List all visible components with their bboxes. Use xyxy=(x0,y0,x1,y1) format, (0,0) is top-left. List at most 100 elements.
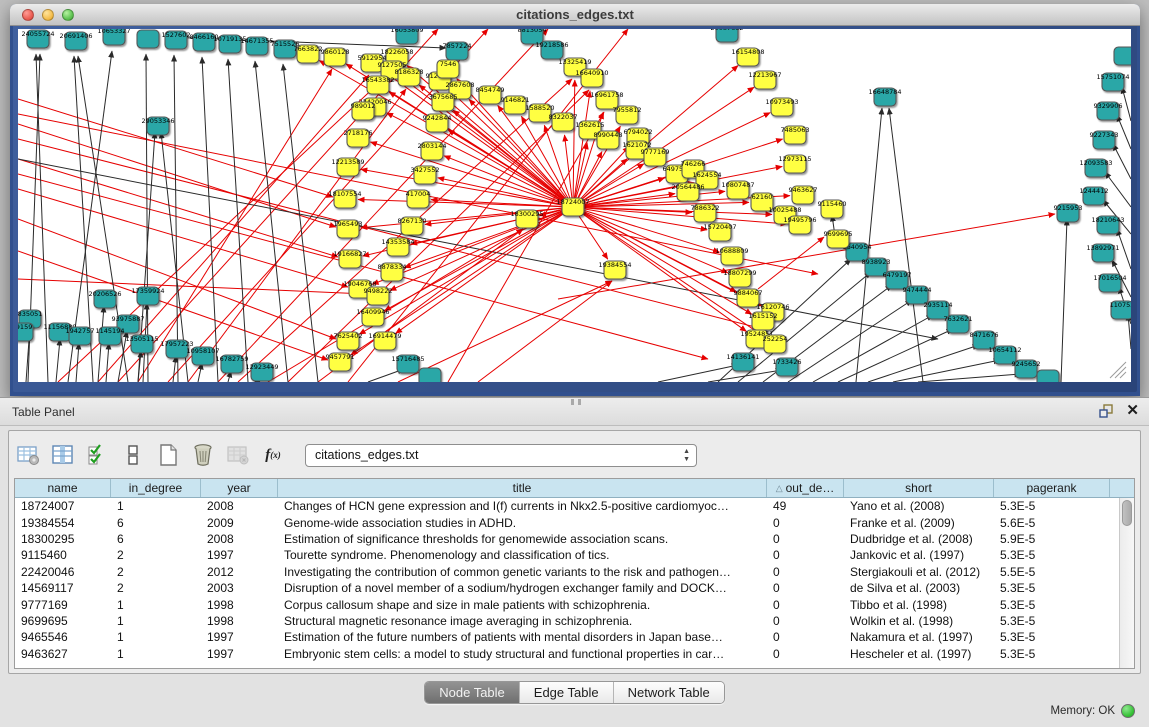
graph-node[interactable]: 18807299 xyxy=(723,269,756,287)
graph-node[interactable]: 417004 xyxy=(406,190,431,208)
table-row[interactable]: 946554611997Estimation of the future num… xyxy=(15,629,1119,645)
graph-node[interactable]: 3427552 xyxy=(411,166,440,184)
table-cell-name[interactable]: 18300295 xyxy=(15,532,111,546)
graph-edge[interactable] xyxy=(255,61,288,382)
graph-node[interactable]: 7955812 xyxy=(613,106,642,124)
table-cell-in_degree[interactable]: 1 xyxy=(111,499,201,513)
graph-node[interactable]: 8990448 xyxy=(594,131,623,149)
graph-edge[interactable] xyxy=(573,80,575,207)
graph-node[interactable]: 17359924 xyxy=(131,287,164,305)
table-cell-out_de[interactable]: 0 xyxy=(767,598,844,612)
graph-node[interactable]: 2803144 xyxy=(418,142,447,160)
table-cell-name[interactable]: 18724007 xyxy=(15,499,111,513)
graph-node[interactable]: 39159 xyxy=(18,323,33,341)
table-cell-name[interactable]: 9115460 xyxy=(15,548,111,562)
graph-node[interactable] xyxy=(1114,47,1131,65)
table-row[interactable]: 977716911998Corpus callosum shape and si… xyxy=(15,596,1119,612)
window-titlebar[interactable]: citations_edges.txt xyxy=(10,4,1140,26)
table-cell-year[interactable]: 2008 xyxy=(201,532,278,546)
table-cell-title[interactable]: Corpus callosum shape and size in male p… xyxy=(278,598,767,612)
graph-node[interactable]: 9329906 xyxy=(1094,102,1123,120)
graph-edge[interactable] xyxy=(18,139,763,329)
memory-status-icon[interactable] xyxy=(1121,704,1135,718)
graph-node[interactable]: 7485063 xyxy=(781,126,810,144)
graph-node[interactable]: 9498222 xyxy=(364,287,393,305)
graph-node[interactable]: 989012 xyxy=(351,102,376,120)
graph-node[interactable]: 16409946 xyxy=(356,308,389,326)
delete-column-icon[interactable] xyxy=(190,442,216,468)
graph-edge[interactable] xyxy=(370,142,573,207)
graph-node[interactable]: 1244412 xyxy=(1080,187,1109,205)
select-all-columns-icon[interactable] xyxy=(85,442,111,468)
table-cell-pagerank[interactable]: 5.3E-5 xyxy=(994,647,1110,661)
table-cell-title[interactable]: Investigating the contribution of common… xyxy=(278,565,767,579)
graph-node[interactable]: 1527602 xyxy=(162,31,191,49)
table-cell-in_degree[interactable]: 2 xyxy=(111,548,201,562)
table-cell-title[interactable]: Changes of HCN gene expression and I(f) … xyxy=(278,499,767,513)
graph-edge[interactable] xyxy=(868,345,979,382)
graph-node[interactable]: 8186328 xyxy=(395,68,424,86)
table-cell-title[interactable]: Disruption of a novel member of a sodium… xyxy=(278,581,767,595)
graph-node[interactable]: 24055724 xyxy=(21,30,54,48)
graph-edge[interactable] xyxy=(893,360,1000,382)
graph-edge[interactable] xyxy=(358,199,573,207)
panel-resize-handle[interactable] xyxy=(571,399,581,405)
table-cell-pagerank[interactable]: 5.3E-5 xyxy=(994,548,1110,562)
table-cell-in_degree[interactable]: 1 xyxy=(111,614,201,628)
graph-edge[interactable] xyxy=(889,108,923,382)
table-cell-title[interactable]: Embryonic stem cells: a model to study s… xyxy=(278,647,767,661)
graph-edge[interactable] xyxy=(813,315,933,382)
graph-node[interactable]: 10807487 xyxy=(721,181,754,199)
graph-node[interactable]: 14671355 xyxy=(240,37,273,55)
close-panel-icon[interactable]: ✕ xyxy=(1126,403,1139,419)
graph-edge[interactable] xyxy=(138,69,332,382)
graph-node[interactable]: 16640910 xyxy=(575,69,608,87)
table-cell-year[interactable]: 2012 xyxy=(201,565,278,579)
graph-node[interactable] xyxy=(1037,370,1059,382)
graph-node[interactable]: 9457791 xyxy=(326,353,355,371)
table-cell-out_de[interactable]: 0 xyxy=(767,630,844,644)
table-cell-short[interactable]: Yano et al. (2008) xyxy=(844,499,994,513)
graph-node[interactable]: 15720407 xyxy=(703,223,736,241)
column-header-pagerank[interactable]: pagerank xyxy=(994,479,1110,497)
graph-edge[interactable] xyxy=(173,356,176,382)
column-header-title[interactable]: title xyxy=(278,479,767,497)
graph-node[interactable]: 9227343 xyxy=(1090,131,1119,149)
table-cell-title[interactable]: Structural magnetic resonance image aver… xyxy=(278,614,767,628)
table-cell-pagerank[interactable]: 5.5E-5 xyxy=(994,565,1110,579)
graph-node[interactable]: 10653327 xyxy=(97,29,130,45)
table-cell-short[interactable]: Franke et al. (2009) xyxy=(844,516,994,530)
graph-node[interactable]: 9860128 xyxy=(321,48,350,66)
column-header-name[interactable]: name xyxy=(15,479,111,497)
table-cell-short[interactable]: Tibbo et al. (1998) xyxy=(844,598,994,612)
table-cell-short[interactable]: Nakamura et al. (1997) xyxy=(844,630,994,644)
graph-node[interactable]: 19218586 xyxy=(535,41,568,59)
table-cell-short[interactable]: de Silva et al. (2003) xyxy=(844,581,994,595)
row-height-icon[interactable] xyxy=(120,442,146,468)
table-cell-year[interactable]: 1997 xyxy=(201,630,278,644)
table-cell-out_de[interactable]: 0 xyxy=(767,548,844,562)
table-cell-pagerank[interactable]: 5.3E-5 xyxy=(994,630,1110,644)
table-cell-out_de[interactable]: 0 xyxy=(767,581,844,595)
graph-node[interactable]: 16782759 xyxy=(215,355,248,373)
graph-node[interactable]: 12213967 xyxy=(748,71,781,89)
new-column-icon[interactable] xyxy=(155,442,181,468)
table-cell-pagerank[interactable]: 5.9E-5 xyxy=(994,532,1110,546)
graph-node[interactable]: 7663822 xyxy=(294,45,323,63)
column-header-year[interactable]: year xyxy=(201,479,278,497)
canvas-resize-grip[interactable] xyxy=(1110,362,1126,378)
graph-node[interactable]: 19166827 xyxy=(333,250,366,268)
graph-node[interactable]: 7546 xyxy=(437,60,459,78)
graph-edge[interactable] xyxy=(18,279,366,294)
graph-node[interactable]: 19384554 xyxy=(598,261,631,279)
table-cell-pagerank[interactable]: 5.6E-5 xyxy=(994,516,1110,530)
graph-node[interactable]: 252254 xyxy=(763,335,788,353)
table-mode-icon[interactable] xyxy=(15,442,41,468)
table-cell-title[interactable]: Estimation of the future numbers of pati… xyxy=(278,630,767,644)
graph-node[interactable]: 8267130 xyxy=(398,217,427,235)
table-cell-in_degree[interactable]: 2 xyxy=(111,581,201,595)
table-cell-short[interactable]: Stergiakouli et al. (2012) xyxy=(844,565,994,579)
table-cell-year[interactable]: 1998 xyxy=(201,614,278,628)
graph-node[interactable]: 1615152 xyxy=(749,312,778,330)
table-cell-name[interactable]: 9465546 xyxy=(15,630,111,644)
